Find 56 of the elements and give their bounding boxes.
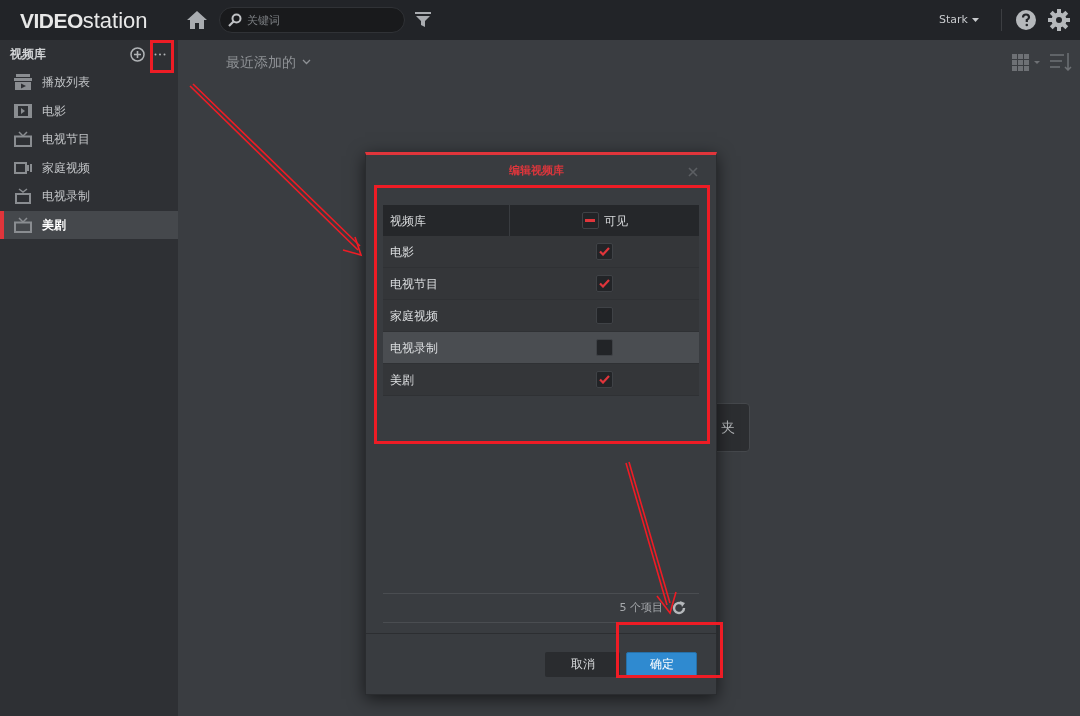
annotation-box — [150, 40, 174, 73]
sidebar-item[interactable]: 电影 — [0, 96, 178, 125]
refresh-icon[interactable] — [671, 600, 687, 616]
caret-icon — [972, 18, 979, 22]
filter-icon[interactable] — [415, 12, 431, 28]
home-icon[interactable] — [187, 11, 207, 29]
table-row[interactable]: 家庭视频 — [383, 300, 699, 332]
tv-icon — [14, 131, 32, 148]
search-field[interactable]: 关键词 — [219, 7, 405, 34]
sort-dropdown[interactable]: 最近添加的 — [226, 51, 311, 73]
table-cell-text: 家庭视频 — [389, 307, 439, 325]
sidebar-item[interactable]: 家庭视频 — [0, 153, 178, 182]
checkbox[interactable] — [596, 371, 613, 388]
popup-text: 夹 — [721, 418, 735, 437]
checkbox[interactable] — [596, 243, 613, 260]
film-icon — [14, 103, 32, 118]
dialog-title: 编辑视频库 — [508, 163, 564, 180]
sort-order-icon[interactable] — [1050, 53, 1072, 71]
sidebar-item[interactable]: 电视录制 — [0, 182, 178, 211]
more-icon[interactable] — [154, 52, 166, 56]
checkbox[interactable] — [596, 275, 613, 292]
sidebar-item[interactable]: 电视节目 — [0, 125, 178, 154]
sidebar-title: 视频库 — [10, 46, 47, 63]
table-row[interactable]: 电影 — [383, 236, 699, 268]
video-camera-icon — [14, 161, 32, 174]
recorder-icon — [14, 188, 32, 205]
table-cell-text: 美剧 — [389, 371, 415, 389]
app-logo: VIDEOstation — [20, 6, 149, 35]
user-menu[interactable]: Stark — [939, 11, 979, 29]
chevron-down-icon — [302, 59, 311, 65]
sidebar-item[interactable]: 播放列表 — [0, 68, 178, 97]
table-cell-text: 电影 — [389, 243, 415, 261]
settings-icon[interactable] — [1048, 9, 1070, 31]
sidebar-item[interactable]: 美剧 — [0, 210, 178, 239]
check-icon — [599, 375, 610, 384]
playlist-icon — [14, 74, 32, 91]
checkbox[interactable] — [596, 307, 613, 324]
table-cell-text: 电视节目 — [389, 275, 439, 293]
grid-view-icon[interactable] — [1012, 53, 1040, 71]
search-icon — [228, 12, 242, 27]
table-row[interactable]: 电视录制 — [383, 332, 699, 364]
table-row[interactable]: 电视节目 — [383, 268, 699, 300]
item-count: 5 个项目 — [619, 599, 663, 616]
checkbox[interactable] — [581, 212, 599, 229]
checkbox[interactable] — [596, 339, 613, 356]
column-header: 可见 — [603, 212, 628, 230]
check-icon — [599, 279, 610, 288]
table-cell-text: 电视录制 — [389, 339, 439, 357]
add-icon[interactable] — [130, 46, 145, 62]
help-icon[interactable] — [1016, 10, 1036, 30]
ok-button[interactable]: 确定 — [626, 651, 697, 677]
tv-icon — [14, 216, 32, 233]
dash-icon — [585, 219, 595, 222]
check-icon — [599, 247, 610, 256]
table-row[interactable]: 美剧 — [383, 364, 699, 396]
cancel-button[interactable]: 取消 — [545, 651, 620, 677]
